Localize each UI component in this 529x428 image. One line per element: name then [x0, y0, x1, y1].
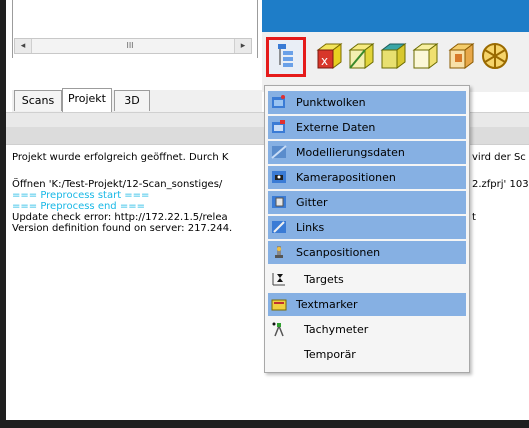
log-line: Öffnen 'K:/Test-Projekt/12-Scan_sonstige…: [12, 179, 223, 190]
targets-icon: [272, 273, 285, 286]
menu-item-modellierungsdaten[interactable]: Modellierungsdaten: [268, 141, 466, 164]
sphere-wireframe-icon[interactable]: [480, 40, 510, 72]
scroll-right-button[interactable]: ▸: [234, 39, 251, 53]
box-outline-icon[interactable]: [410, 40, 440, 72]
tab-3d[interactable]: 3D: [114, 90, 150, 111]
menu-item-label: Externe Daten: [296, 121, 376, 134]
scan-positions-icon: [275, 246, 283, 258]
menu-item-label: Links: [296, 221, 325, 234]
viewport-area[interactable]: [262, 0, 529, 32]
log-line-fragment: vird der Sc: [472, 152, 526, 163]
box-delete-icon[interactable]: x: [314, 40, 344, 72]
svg-text:x: x: [321, 54, 328, 68]
box-teal-icon[interactable]: [378, 40, 408, 72]
menu-item-label: Scanpositionen: [296, 246, 381, 259]
window-bottom-border: [0, 420, 529, 428]
menu-item-label: Textmarker: [296, 298, 358, 311]
scroll-left-arrow-icon: ◂: [20, 41, 26, 51]
box-inner-icon[interactable]: [446, 40, 476, 72]
menu-item-label: Tachymeter: [304, 323, 369, 336]
modeling-data-icon: [271, 145, 287, 159]
menu-item-links[interactable]: Links: [268, 216, 466, 239]
tachymeter-icon: [272, 322, 284, 337]
scroll-thumb[interactable]: III: [95, 40, 165, 52]
menu-item-externe-daten[interactable]: Externe Daten: [268, 116, 466, 139]
menu-item-label: Temporär: [304, 348, 356, 361]
box-wireframe-icon[interactable]: [346, 40, 376, 72]
menu-item-targets[interactable]: Targets: [268, 268, 466, 291]
log-line-fragment: t: [472, 212, 476, 223]
menu-item-punktwolken[interactable]: Punktwolken: [268, 91, 466, 114]
text-marker-icon: [271, 299, 287, 311]
menu-item-kamerapositionen[interactable]: Kamerapositionen: [268, 166, 466, 189]
menu-item-scanpositionen[interactable]: Scanpositionen: [268, 241, 466, 264]
log-line: Projekt wurde erfolgreich geöffnet. Durc…: [12, 152, 229, 163]
menu-item-label: Kamerapositionen: [296, 171, 396, 184]
point-cloud-icon: [272, 95, 285, 108]
tab-projekt[interactable]: Projekt: [62, 88, 112, 112]
links-icon: [272, 221, 286, 233]
layer-tree-icon: [278, 44, 293, 67]
menu-item-label: Punktwolken: [296, 96, 366, 109]
camera-positions-icon: [272, 171, 286, 183]
menu-item-tachymeter[interactable]: Tachymeter: [268, 318, 466, 341]
log-line: Update check error: http://172.22.1.5/re…: [12, 212, 228, 223]
menu-item-label: Modellierungsdaten: [296, 146, 405, 159]
menu-item-textmarker[interactable]: Textmarker: [268, 293, 466, 316]
panel-tab-bar: Scans Projekt 3D: [12, 88, 262, 112]
log-line: === Preprocess end ===: [12, 201, 145, 212]
scroll-left-button[interactable]: ◂: [15, 39, 32, 53]
log-line-fragment: 2.zfprj' 103: [472, 179, 529, 190]
window-left-border: [0, 0, 6, 428]
layer-dropdown-menu: Punktwolken Externe Daten Modellierungsd…: [264, 85, 470, 373]
external-data-icon: [272, 120, 285, 133]
menu-item-gitter[interactable]: Gitter: [268, 191, 466, 214]
horizontal-scrollbar[interactable]: ◂ III ▸: [14, 38, 252, 54]
menu-item-temporaer[interactable]: Temporär: [268, 343, 466, 366]
menu-item-label: Targets: [304, 273, 344, 286]
layer-filter-button[interactable]: [266, 37, 306, 77]
tab-scans[interactable]: Scans: [14, 90, 62, 111]
scroll-right-arrow-icon: ▸: [240, 41, 246, 51]
menu-item-label: Gitter: [296, 196, 328, 209]
grid-icon: [272, 196, 286, 208]
log-line: Version definition found on server: 217.…: [12, 223, 233, 234]
log-line: === Preprocess start ===: [12, 190, 150, 201]
